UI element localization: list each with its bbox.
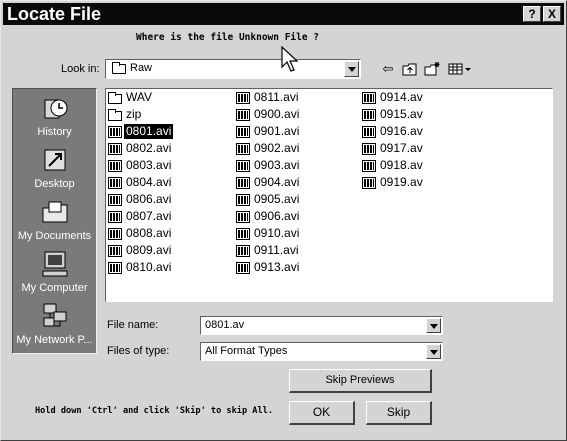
title-bar[interactable]: Locate File ? X bbox=[3, 3, 564, 25]
skip-button[interactable]: Skip bbox=[366, 401, 432, 425]
files-of-type-label: Files of type: bbox=[107, 345, 170, 357]
up-folder-icon[interactable] bbox=[401, 61, 419, 77]
skip-previews-button[interactable]: Skip Previews bbox=[289, 369, 432, 393]
folder-icon bbox=[108, 109, 122, 121]
video-file-icon bbox=[236, 177, 250, 189]
back-icon[interactable]: ⇦ bbox=[379, 61, 397, 77]
video-file-icon bbox=[362, 177, 376, 189]
locate-file-dialog: Locate File ? X Where is the file Unknow… bbox=[0, 0, 567, 441]
computer-icon bbox=[42, 251, 68, 277]
video-file-icon bbox=[236, 143, 250, 155]
video-file-icon bbox=[236, 194, 250, 206]
view-menu-icon[interactable] bbox=[447, 61, 473, 77]
video-file-icon bbox=[236, 109, 250, 121]
video-file-icon bbox=[108, 160, 122, 172]
place-label: My Network P... bbox=[16, 334, 93, 346]
place-label: My Documents bbox=[17, 230, 92, 242]
place-label: Desktop bbox=[34, 178, 75, 190]
chevron-down-icon[interactable] bbox=[344, 61, 359, 77]
video-file-icon bbox=[236, 245, 250, 257]
mouse-pointer-icon bbox=[281, 46, 299, 72]
chevron-down-icon[interactable] bbox=[426, 344, 441, 359]
video-file-icon bbox=[236, 92, 250, 104]
places-bar: History Desktop My Documents My Computer bbox=[12, 88, 97, 354]
video-file-icon bbox=[108, 211, 122, 223]
ok-button[interactable]: OK bbox=[289, 401, 355, 425]
close-button[interactable]: X bbox=[543, 6, 561, 22]
video-file-icon bbox=[362, 126, 376, 138]
video-file-icon bbox=[108, 143, 122, 155]
file-name-field[interactable]: 0801.av bbox=[200, 316, 443, 335]
video-file-icon bbox=[108, 194, 122, 206]
new-folder-icon[interactable] bbox=[423, 61, 441, 77]
folder-icon bbox=[108, 92, 122, 104]
video-file-icon bbox=[236, 262, 250, 274]
dialog-title: Locate File bbox=[7, 4, 102, 24]
video-file-icon bbox=[108, 262, 122, 274]
look-in-label: Look in: bbox=[61, 63, 100, 75]
help-button[interactable]: ? bbox=[523, 6, 541, 22]
documents-folder-icon bbox=[42, 201, 68, 223]
hint-text: Hold down 'Ctrl' and click 'Skip' to ski… bbox=[35, 406, 273, 416]
files-of-type-value: All Format Types bbox=[205, 345, 288, 357]
video-file-icon bbox=[362, 160, 376, 172]
video-file-icon bbox=[236, 126, 250, 138]
look-in-value: Raw bbox=[130, 62, 153, 74]
video-file-icon bbox=[236, 211, 250, 223]
file-name-label: File name: bbox=[107, 319, 159, 331]
place-label: My Computer bbox=[21, 282, 88, 294]
video-file-icon bbox=[362, 92, 376, 104]
place-desktop[interactable]: Desktop bbox=[13, 143, 96, 195]
video-file-icon bbox=[236, 228, 250, 240]
video-file-icon bbox=[108, 177, 122, 189]
network-icon bbox=[43, 303, 67, 327]
video-file-icon bbox=[362, 109, 376, 121]
desktop-icon bbox=[44, 149, 66, 171]
history-icon bbox=[44, 99, 68, 119]
video-file-icon bbox=[362, 143, 376, 155]
chevron-down-icon[interactable] bbox=[426, 318, 441, 333]
look-in-dropdown[interactable]: Raw bbox=[105, 59, 361, 79]
place-label: History bbox=[37, 126, 72, 138]
place-my-documents[interactable]: My Documents bbox=[13, 195, 96, 247]
place-my-computer[interactable]: My Computer bbox=[13, 247, 96, 299]
file-list[interactable]: WAV zip 0801.avi 0802.avi 0803.avi 0804.… bbox=[105, 88, 553, 302]
video-file-icon bbox=[108, 126, 122, 138]
place-history[interactable]: History bbox=[13, 91, 96, 143]
video-file-icon bbox=[236, 160, 250, 172]
folder-icon bbox=[112, 62, 126, 74]
files-of-type-dropdown[interactable]: All Format Types bbox=[200, 342, 443, 361]
place-my-network[interactable]: My Network P... bbox=[13, 299, 96, 351]
prompt-text: Where is the file Unknown File ? bbox=[136, 32, 320, 43]
file-name-value: 0801.av bbox=[205, 319, 245, 331]
video-file-icon bbox=[108, 245, 122, 257]
video-file-icon bbox=[108, 228, 122, 240]
